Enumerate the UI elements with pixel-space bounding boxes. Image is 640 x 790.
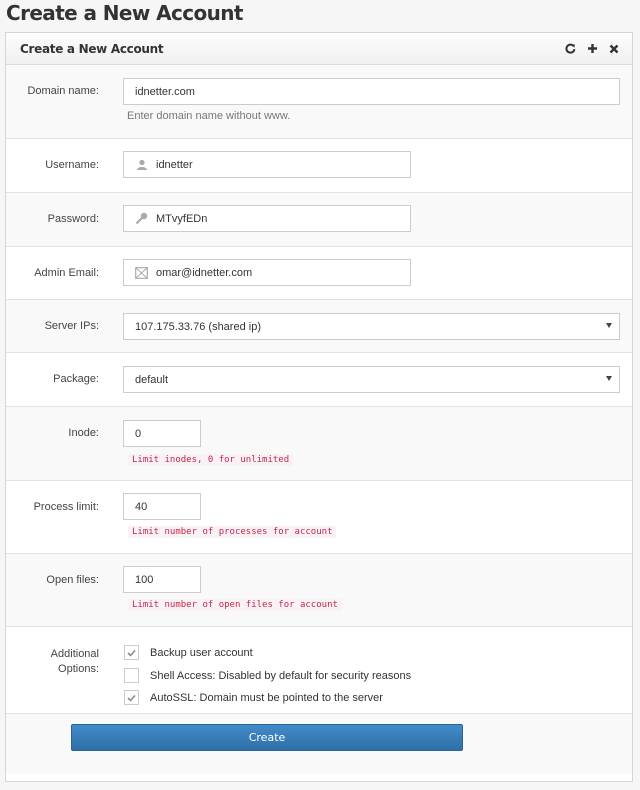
inode-row: Inode: 0 Limit inodes, 0 for unlimited xyxy=(6,407,632,481)
domain-row: Domain name: idnetter.com Enter domain n… xyxy=(6,65,632,139)
option-shell-access[interactable]: Shell Access: Disabled by default for se… xyxy=(124,668,411,683)
package-label: Package: xyxy=(53,373,99,385)
shell-access-label: Shell Access: Disabled by default for se… xyxy=(150,669,412,682)
domain-input[interactable]: idnetter.com xyxy=(123,78,620,105)
server-ips-select[interactable]: 107.175.33.76 (shared ip) xyxy=(123,313,620,340)
backup-label: Backup user account xyxy=(150,646,253,659)
backup-checkbox[interactable] xyxy=(124,645,139,660)
user-icon xyxy=(135,158,148,171)
process-limit-row: Process limit: 40 Limit number of proces… xyxy=(6,481,632,554)
email-value: omar@idnetter.com xyxy=(156,266,253,279)
create-button[interactable]: Create xyxy=(71,724,463,751)
create-account-panel: Create a New Account Domain name: idnett… xyxy=(5,32,633,782)
options-label-line2: Options: xyxy=(58,663,99,675)
username-input[interactable]: idnetter xyxy=(123,151,411,178)
domain-help: Enter domain name without www. xyxy=(127,110,291,122)
panel-title: Create a New Account xyxy=(20,41,164,56)
server-ips-row: Server IPs: 107.175.33.76 (shared ip) xyxy=(6,300,632,353)
password-label: Password: xyxy=(47,213,99,225)
process-limit-help: Limit number of processes for account xyxy=(128,526,337,538)
option-backup[interactable]: Backup user account xyxy=(124,645,253,660)
autossl-label: AutoSSL: Domain must be pointed to the s… xyxy=(150,691,383,704)
additional-options-row: Additional Options: Backup user account … xyxy=(6,627,632,714)
autossl-checkbox[interactable] xyxy=(124,690,139,705)
process-limit-label: Process limit: xyxy=(33,501,99,513)
package-select[interactable]: default xyxy=(123,366,620,393)
open-files-row: Open files: 100 Limit number of open fil… xyxy=(6,554,632,627)
package-row: Package: default xyxy=(6,353,632,407)
username-label: Username: xyxy=(45,159,99,171)
inode-label: Inode: xyxy=(68,427,99,439)
shell-access-checkbox[interactable] xyxy=(124,668,139,683)
envelope-icon xyxy=(135,266,148,279)
close-icon[interactable] xyxy=(608,43,620,55)
inode-value: 0 xyxy=(135,427,142,440)
refresh-icon[interactable] xyxy=(564,43,576,55)
email-row: Admin Email: omar@idnetter.com xyxy=(6,247,632,300)
panel-header: Create a New Account xyxy=(6,33,632,65)
password-row: Password: MTvyfEDn xyxy=(6,193,632,247)
server-ips-label: Server IPs: xyxy=(44,320,99,332)
username-value: idnetter xyxy=(156,158,193,171)
process-limit-input[interactable]: 40 xyxy=(123,493,201,520)
chevron-down-icon xyxy=(606,376,612,381)
open-files-value: 100 xyxy=(135,573,154,586)
open-files-help: Limit number of open files for account xyxy=(128,599,342,611)
email-input[interactable]: omar@idnetter.com xyxy=(123,259,411,286)
inode-help: Limit inodes, 0 for unlimited xyxy=(128,454,294,466)
key-icon xyxy=(135,212,148,225)
form-footer: Create xyxy=(6,714,632,774)
email-label: Admin Email: xyxy=(34,267,99,279)
username-row: Username: idnetter xyxy=(6,139,632,193)
chevron-down-icon xyxy=(606,323,612,328)
package-selected: default xyxy=(135,373,169,386)
options-label-line1: Additional xyxy=(50,648,99,660)
inode-input[interactable]: 0 xyxy=(123,420,201,447)
password-value: MTvyfEDn xyxy=(156,212,208,225)
plus-icon[interactable] xyxy=(586,43,598,55)
process-limit-value: 40 xyxy=(135,500,148,513)
page-title: Create a New Account xyxy=(6,1,243,25)
open-files-input[interactable]: 100 xyxy=(123,566,201,593)
open-files-label: Open files: xyxy=(46,574,99,586)
option-autossl[interactable]: AutoSSL: Domain must be pointed to the s… xyxy=(124,690,383,705)
server-ips-selected: 107.175.33.76 (shared ip) xyxy=(135,320,261,333)
domain-value: idnetter.com xyxy=(135,85,195,98)
password-input[interactable]: MTvyfEDn xyxy=(123,205,411,232)
domain-label: Domain name: xyxy=(27,85,99,97)
additional-options-label: Additional Options: xyxy=(6,647,99,677)
